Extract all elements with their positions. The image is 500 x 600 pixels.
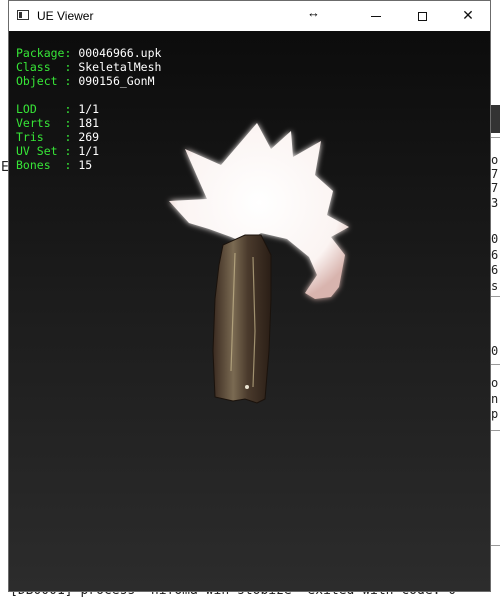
3d-viewport[interactable]: Package: 00046966.upk Class : SkeletalMe… xyxy=(9,31,490,591)
background-rule xyxy=(491,364,500,365)
background-console-line: 0 xyxy=(491,232,499,246)
background-rule xyxy=(491,545,500,546)
info-row-package: Package: 00046966.upk xyxy=(16,46,162,60)
info-row-class: Class : SkeletalMesh xyxy=(16,60,162,74)
mesh-stem-part xyxy=(212,234,272,404)
close-icon: ✕ xyxy=(462,8,474,24)
background-console-line: n xyxy=(491,392,499,406)
mesh-info-overlay: Package: 00046966.upk Class : SkeletalMe… xyxy=(16,46,161,172)
info-row-bones: Bones : 15 xyxy=(16,158,93,172)
background-toolbar-block xyxy=(491,105,500,133)
mesh-stem-spot xyxy=(245,385,249,389)
maximize-icon xyxy=(417,11,427,21)
window-title: UE Viewer xyxy=(37,9,94,23)
ue-viewer-window: UE Viewer ↔ ✕ Package: 00046966.upk Clas… xyxy=(8,0,491,592)
background-console-line: 6 xyxy=(491,263,499,277)
minimize-icon xyxy=(371,15,381,17)
info-row-tris: Tris : 269 xyxy=(16,130,100,144)
maximize-button[interactable] xyxy=(399,1,445,31)
background-console-line: s xyxy=(491,279,499,293)
background-console-line: 7 xyxy=(491,167,499,181)
info-row-object: Object : 090156_GonM xyxy=(16,74,155,88)
minimize-button[interactable] xyxy=(353,1,399,31)
background-console-line: 0 xyxy=(491,344,499,358)
background-console-line: p xyxy=(491,407,499,421)
app-window-icon xyxy=(17,10,29,20)
close-button[interactable]: ✕ xyxy=(445,1,491,31)
info-row-uvset: UV Set : 1/1 xyxy=(16,144,100,158)
background-console-line: 6 xyxy=(491,248,499,262)
background-console-line: 7 xyxy=(491,181,499,195)
background-rule xyxy=(491,430,500,431)
background-rule xyxy=(491,296,500,297)
background-console-line: 3 xyxy=(491,196,499,210)
background-rule xyxy=(491,137,500,138)
resize-cursor-icon: ↔ xyxy=(307,5,320,20)
info-row-lod: LOD : 1/1 xyxy=(16,102,100,116)
background-console-line: o xyxy=(491,153,499,167)
title-bar[interactable]: UE Viewer ↔ ✕ xyxy=(9,1,490,31)
info-row-verts: Verts : 181 xyxy=(16,116,100,130)
background-console-line: o xyxy=(491,376,499,390)
